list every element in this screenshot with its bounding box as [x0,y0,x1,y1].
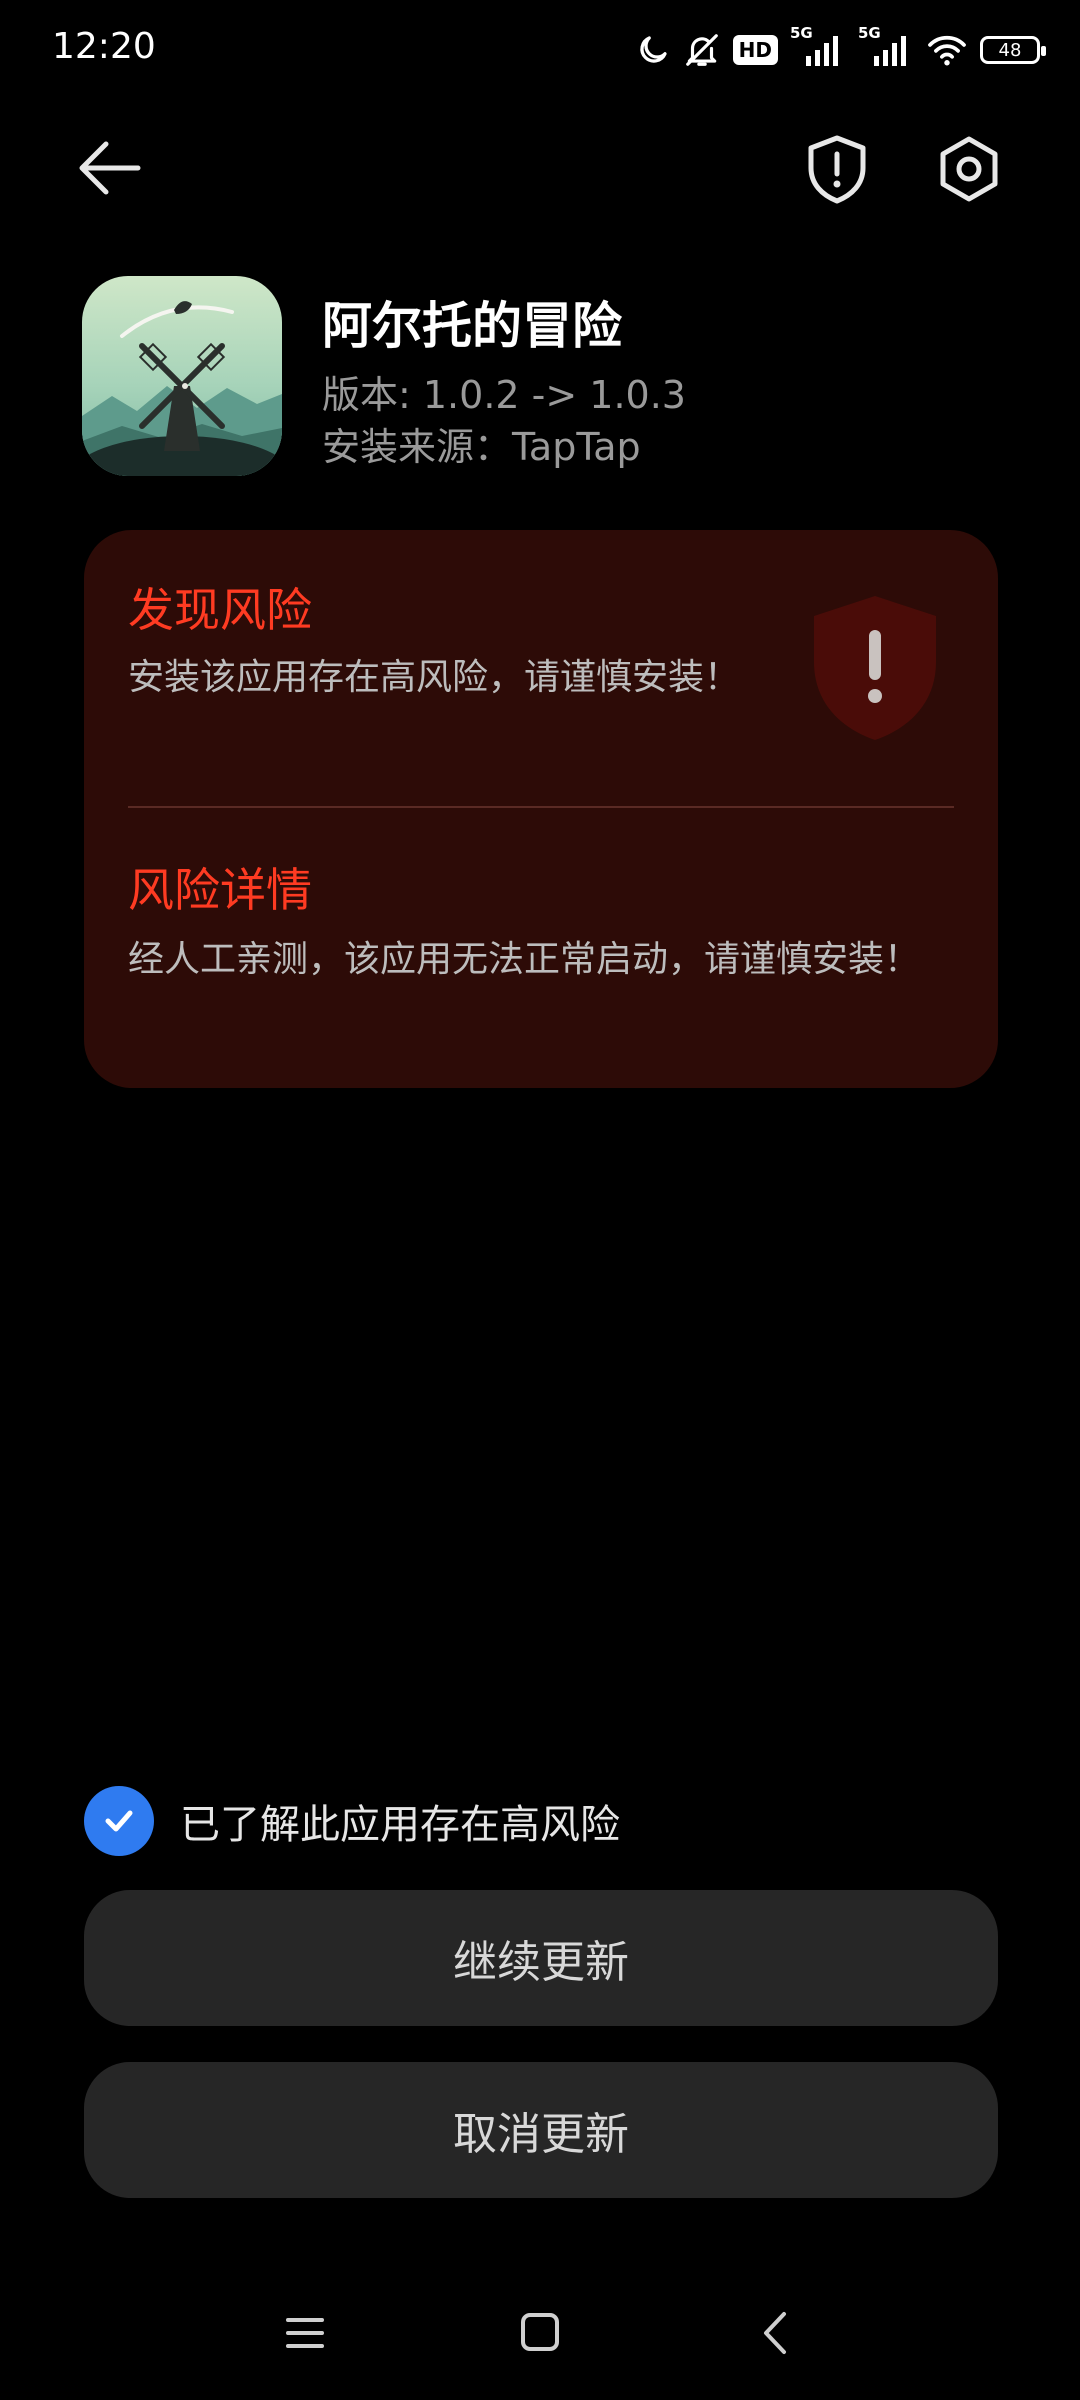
navigation-bar [0,2290,1080,2380]
signal-type-label: 5G [790,24,813,42]
signal-type-label: 5G [858,24,881,42]
status-time: 12:20 [52,26,156,67]
shield-alert-icon [808,135,866,204]
risk-detail-description: 经人工亲测，该应用无法正常启动，请谨慎安装！ [128,939,921,980]
continue-update-button[interactable]: 继续更新 [84,1890,998,2026]
install-source: 安装来源：TapTap [322,425,641,469]
wifi-icon [926,33,968,67]
chevron-left-icon[interactable] [756,2308,792,2358]
moon-icon [635,32,671,68]
check-icon [105,1810,133,1832]
risk-shield-icon [810,592,940,744]
menu-icon[interactable] [284,2312,326,2354]
app-icon [82,276,282,476]
cancel-update-button[interactable]: 取消更新 [84,2062,998,2198]
app-name: 阿尔托的冒险 [322,297,622,355]
acknowledge-label: 已了解此应用存在高风险 [180,1802,620,1848]
acknowledge-row[interactable]: 已了解此应用存在高风险 [84,1786,620,1856]
status-bar: 12:20 HD 5G 5G 48 [0,0,1080,100]
status-icons: HD 5G 5G 48 [635,24,1046,72]
arrow-left-icon [79,141,141,195]
risk-title: 发现风险 [128,583,312,637]
risk-card: 发现风险 安装该应用存在高风险，请谨慎安装！ 风险详情 经人工亲测，该应用无法正… [84,530,998,1088]
back-button[interactable] [72,132,148,204]
acknowledge-checkbox[interactable] [84,1786,154,1856]
hd-icon: HD [732,35,778,65]
card-divider [128,806,954,808]
home-icon[interactable] [520,2310,560,2354]
gear-icon [940,136,998,202]
signal-icon: 5G [790,24,846,68]
risk-detail-title: 风险详情 [128,863,312,917]
security-button[interactable] [800,132,874,206]
battery-icon: 48 [980,36,1046,64]
bell-off-icon [683,31,721,69]
settings-button[interactable] [932,132,1006,206]
app-version: 版本: 1.0.2 -> 1.0.3 [322,373,686,417]
risk-description: 安装该应用存在高风险，请谨慎安装！ [128,657,741,698]
signal-icon: 5G [858,24,914,68]
install-risk-screen: 12:20 HD 5G 5G 48 阿尔托的冒险 版本: 1.0.2 -> 1.… [0,0,1080,2400]
